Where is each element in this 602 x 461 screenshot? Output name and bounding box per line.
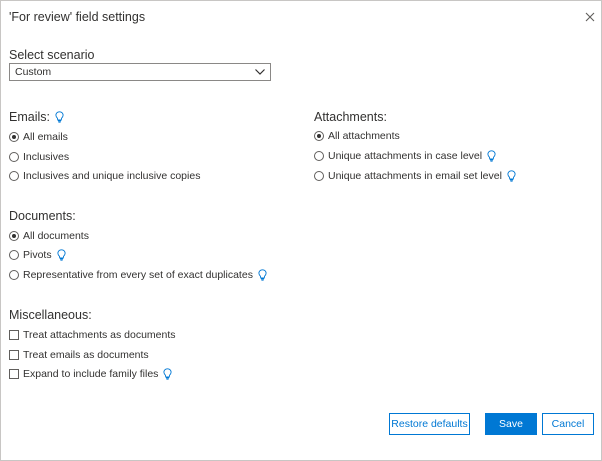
option-label: Unique attachments in email set level: [328, 170, 502, 182]
chevron-down-icon: [255, 69, 265, 75]
radio-representative-duplicates[interactable]: Representative from every set of exact d…: [9, 268, 267, 282]
radio-button[interactable]: [9, 152, 19, 162]
option-label: Representative from every set of exact d…: [23, 269, 253, 281]
option-label: Expand to include family files: [23, 368, 159, 380]
option-label: Unique attachments in case level: [328, 150, 483, 162]
checkbox[interactable]: [9, 369, 19, 379]
radio-button[interactable]: [314, 151, 324, 161]
radio-button[interactable]: [9, 231, 19, 241]
option-label: Treat attachments as documents: [23, 329, 176, 341]
emails-section-label: Emails:: [9, 110, 64, 124]
restore-defaults-button[interactable]: Restore defaults: [389, 413, 470, 435]
radio-button[interactable]: [9, 171, 19, 181]
close-button[interactable]: [581, 8, 599, 26]
checkbox[interactable]: [9, 350, 19, 360]
radio-all-documents[interactable]: All documents: [9, 229, 89, 243]
field-settings-dialog: 'For review' field settings Select scena…: [0, 0, 602, 461]
radio-button[interactable]: [9, 250, 19, 260]
option-label: All documents: [23, 230, 89, 242]
documents-section-label: Documents:: [9, 209, 76, 223]
radio-button[interactable]: [9, 132, 19, 142]
cancel-button[interactable]: Cancel: [542, 413, 594, 435]
checkbox-expand-family-files[interactable]: Expand to include family files: [9, 367, 172, 381]
lightbulb-icon[interactable]: [163, 368, 172, 380]
option-label: Inclusives: [23, 151, 70, 163]
miscellaneous-section-label: Miscellaneous:: [9, 308, 92, 322]
radio-unique-attachments-case[interactable]: Unique attachments in case level: [314, 149, 496, 163]
lightbulb-icon[interactable]: [487, 150, 496, 162]
save-button[interactable]: Save: [485, 413, 537, 435]
lightbulb-icon[interactable]: [507, 170, 516, 182]
select-scenario-label: Select scenario: [9, 48, 95, 62]
close-icon: [585, 12, 595, 22]
option-label: All emails: [23, 131, 68, 143]
option-label: Treat emails as documents: [23, 349, 149, 361]
checkbox[interactable]: [9, 330, 19, 340]
radio-inclusives-unique-copies[interactable]: Inclusives and unique inclusive copies: [9, 169, 200, 183]
radio-button[interactable]: [314, 131, 324, 141]
checkbox-emails-as-documents[interactable]: Treat emails as documents: [9, 348, 149, 362]
checkbox-attachments-as-documents[interactable]: Treat attachments as documents: [9, 328, 176, 342]
attachments-section-label: Attachments:: [314, 110, 387, 124]
dialog-title: 'For review' field settings: [9, 10, 146, 24]
option-label: Pivots: [23, 249, 52, 261]
radio-all-emails[interactable]: All emails: [9, 130, 68, 144]
lightbulb-icon[interactable]: [55, 111, 64, 123]
option-label: Inclusives and unique inclusive copies: [23, 170, 201, 182]
emails-label-text: Emails:: [9, 110, 50, 124]
radio-inclusives[interactable]: Inclusives: [9, 150, 69, 164]
radio-unique-attachments-email-set[interactable]: Unique attachments in email set level: [314, 169, 516, 183]
option-label: All attachments: [328, 130, 400, 142]
lightbulb-icon[interactable]: [258, 269, 267, 281]
radio-all-attachments[interactable]: All attachments: [314, 129, 400, 143]
scenario-selected-value: Custom: [15, 66, 52, 78]
radio-pivots[interactable]: Pivots: [9, 248, 66, 262]
scenario-dropdown[interactable]: Custom: [9, 63, 271, 81]
radio-button[interactable]: [9, 270, 19, 280]
lightbulb-icon[interactable]: [57, 249, 66, 261]
radio-button[interactable]: [314, 171, 324, 181]
